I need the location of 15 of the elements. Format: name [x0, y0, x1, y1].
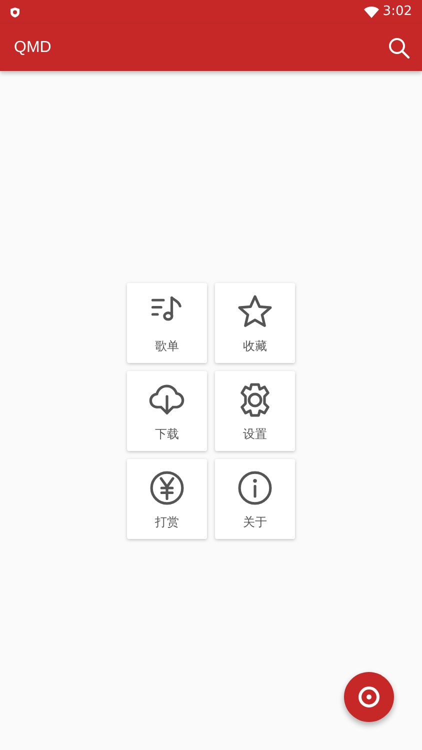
- menu-tile[interactable]: 收藏: [215, 282, 295, 362]
- floating-action-button[interactable]: [344, 672, 394, 722]
- menu-tile[interactable]: 下载: [127, 370, 207, 450]
- yen-icon: [148, 468, 186, 506]
- wifi-icon: [364, 6, 379, 18]
- shield-icon: [10, 6, 20, 18]
- menu-tile[interactable]: 歌单: [127, 282, 207, 362]
- clock-time: 3:02: [382, 3, 412, 22]
- menu-tile[interactable]: 打赏: [127, 458, 207, 538]
- disc-icon: [358, 686, 380, 708]
- menu-tile[interactable]: 设置: [215, 370, 295, 450]
- info-icon: [236, 468, 274, 506]
- app-title: QMD: [14, 38, 52, 58]
- menu-tile[interactable]: 关于: [215, 458, 295, 538]
- search-icon[interactable]: [388, 36, 410, 58]
